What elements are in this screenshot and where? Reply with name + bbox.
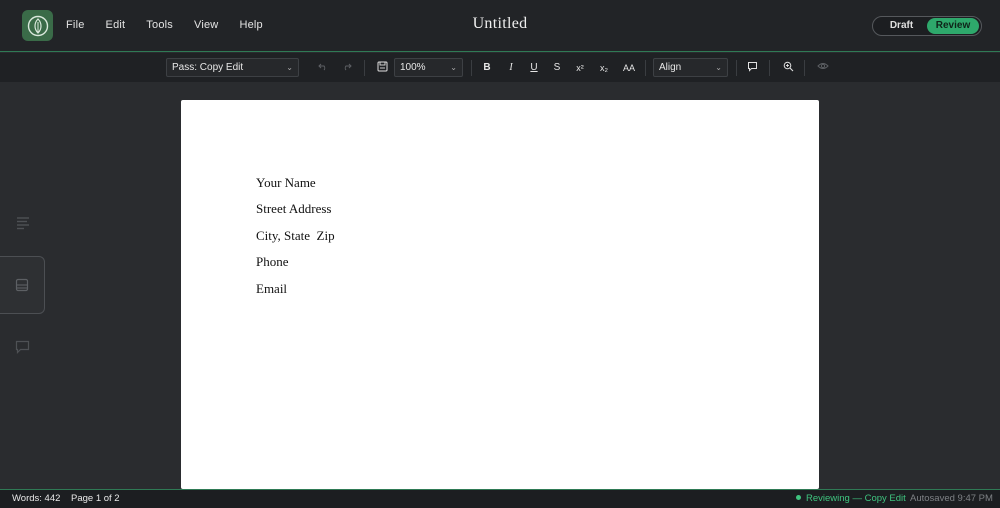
font-size-button[interactable]: AA bbox=[620, 61, 638, 75]
toolbar-divider bbox=[471, 60, 472, 76]
toolbar-divider bbox=[364, 60, 365, 76]
address-line-street[interactable]: Street Address bbox=[256, 201, 331, 217]
pages-icon bbox=[15, 278, 29, 292]
toolbar-divider bbox=[645, 60, 646, 76]
word-count: Words: 442 bbox=[12, 493, 61, 504]
zoom-select-value: 100% bbox=[400, 62, 426, 73]
status-bar: Words: 442 Page 1 of 2 Reviewing — Copy … bbox=[0, 489, 1000, 508]
document-page[interactable]: Your Name Street Address City, State Zip… bbox=[181, 100, 819, 489]
autosave-status: Autosaved 9:47 PM bbox=[910, 493, 993, 504]
address-line-phone[interactable]: Phone bbox=[256, 254, 289, 270]
sidebar-item-pages[interactable] bbox=[0, 256, 45, 314]
comments-icon bbox=[15, 340, 30, 354]
toolbar-divider bbox=[736, 60, 737, 76]
undo-icon[interactable] bbox=[316, 61, 330, 75]
sidebar-item-outline[interactable] bbox=[0, 194, 45, 252]
formatting-toolbar: Pass: Copy Edit ⌄ 100% ⌄ B I U S x² x₂ A… bbox=[0, 53, 1000, 82]
pass-select[interactable]: Pass: Copy Edit ⌄ bbox=[166, 58, 299, 77]
sidebar-item-comments[interactable] bbox=[0, 318, 45, 376]
address-line-email[interactable]: Email bbox=[256, 281, 287, 297]
zoom-in-icon[interactable] bbox=[781, 61, 795, 75]
pass-select-value: Pass: Copy Edit bbox=[172, 62, 244, 73]
bold-button[interactable]: B bbox=[480, 61, 494, 75]
top-menu-bar: File Edit Tools View Help Untitled Draft… bbox=[0, 0, 1000, 52]
strikethrough-button[interactable]: S bbox=[550, 61, 564, 75]
toolbar-divider bbox=[804, 60, 805, 76]
status-dot-icon bbox=[796, 494, 801, 500]
superscript-button[interactable]: x² bbox=[573, 61, 587, 75]
draft-mode-button[interactable]: Draft bbox=[879, 20, 924, 31]
document-title[interactable]: Untitled bbox=[0, 15, 1000, 33]
toolbar-divider bbox=[769, 60, 770, 76]
redo-icon[interactable] bbox=[340, 61, 354, 75]
mode-toggle: Draft Review bbox=[872, 16, 982, 36]
save-icon[interactable] bbox=[375, 61, 389, 75]
chevron-down-icon: ⌄ bbox=[450, 63, 457, 72]
align-select-value: Align bbox=[659, 62, 682, 73]
page-indicator: Page 1 of 2 bbox=[71, 493, 120, 504]
italic-button[interactable]: I bbox=[504, 61, 518, 75]
comment-icon[interactable] bbox=[745, 61, 759, 75]
eye-icon[interactable] bbox=[816, 61, 830, 75]
review-mode-button[interactable]: Review bbox=[927, 18, 979, 34]
outline-icon bbox=[16, 217, 29, 230]
align-select[interactable]: Align ⌄ bbox=[653, 58, 728, 77]
zoom-select[interactable]: 100% ⌄ bbox=[394, 58, 463, 77]
subscript-button[interactable]: x₂ bbox=[597, 61, 611, 75]
chevron-down-icon: ⌄ bbox=[715, 63, 722, 72]
address-line-name[interactable]: Your Name bbox=[256, 175, 316, 191]
review-status: Reviewing — Copy Edit bbox=[796, 493, 906, 504]
address-line-city[interactable]: City, State Zip bbox=[256, 228, 335, 244]
review-status-label: Reviewing — Copy Edit bbox=[806, 493, 906, 504]
chevron-down-icon: ⌄ bbox=[286, 63, 293, 72]
underline-button[interactable]: U bbox=[527, 61, 541, 75]
